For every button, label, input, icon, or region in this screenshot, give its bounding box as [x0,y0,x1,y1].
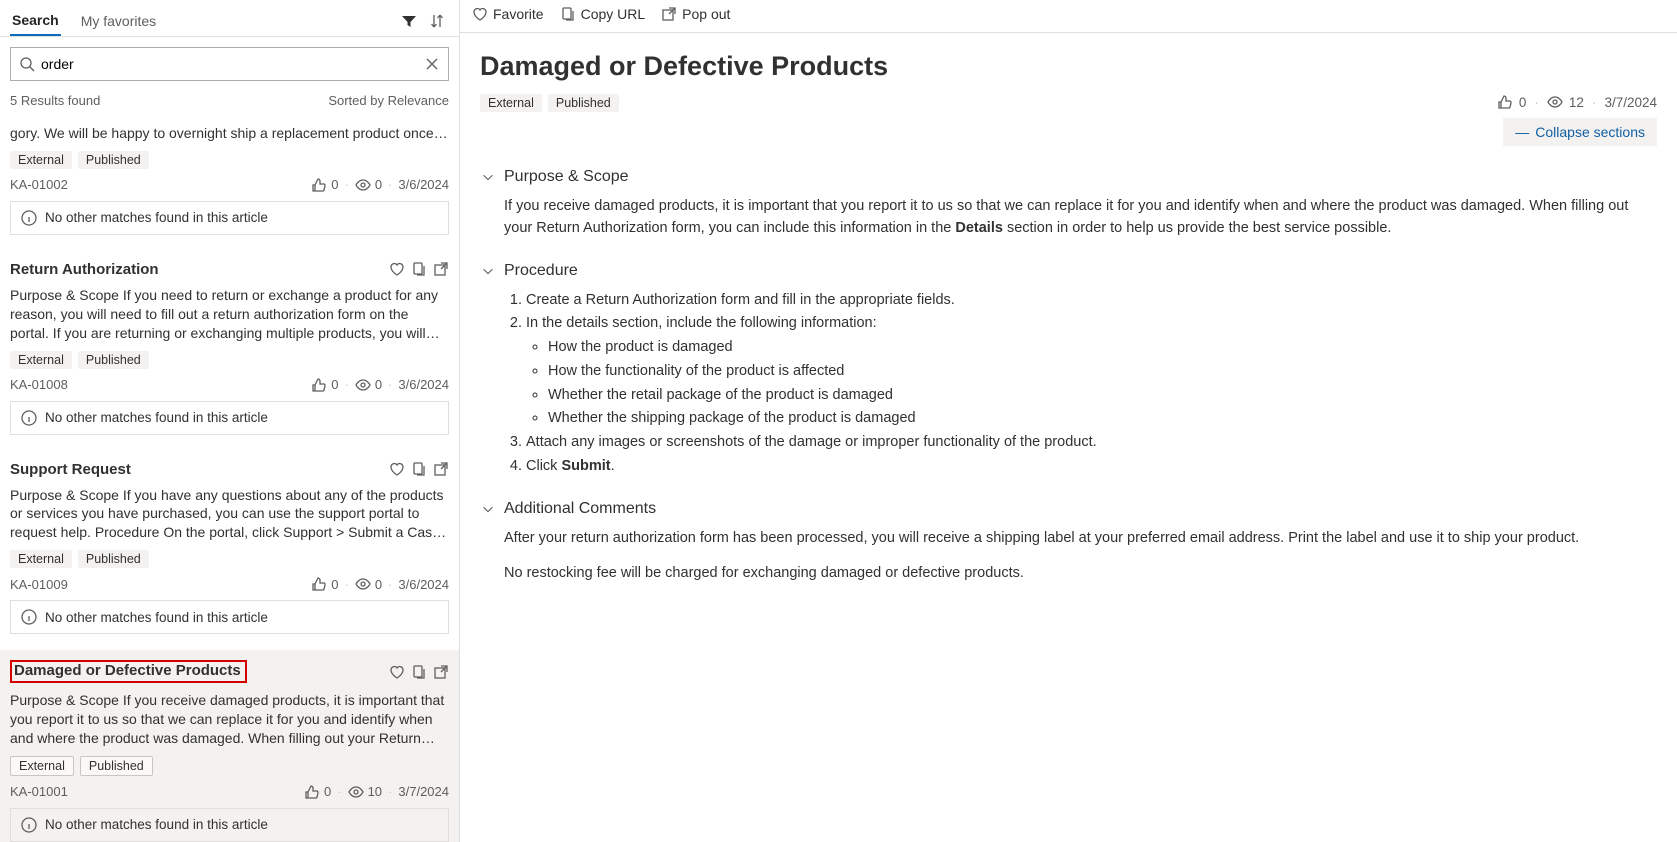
copy-url-button[interactable]: Copy URL [560,6,646,22]
result-title: Damaged or Defective Products [10,656,389,687]
link-icon[interactable] [411,461,427,477]
like-icon [1497,94,1513,110]
info-icon [21,609,37,625]
popout-icon [661,6,677,22]
action-bar: Favorite Copy URL Pop out [460,0,1677,33]
result-snippet: Purpose & Scope If you receive damaged p… [10,691,449,748]
collapse-sections-button[interactable]: — Collapse sections [1503,118,1657,146]
article-title: Damaged or Defective Products [480,51,1657,82]
result-snippet: gory. We will be happy to overnight ship… [10,124,449,143]
no-match-banner: No other matches found in this article [10,600,449,634]
sort-icon[interactable] [429,13,445,29]
badge-published: Published [78,550,149,568]
like-icon [311,377,327,393]
results-list[interactable]: gory. We will be happy to overnight ship… [0,114,459,842]
no-match-banner: No other matches found in this article [10,201,449,235]
info-icon [21,817,37,833]
section-procedure: Procedure Create a Return Authorization … [480,262,1657,478]
badge-external: External [10,756,74,776]
result-snippet: Purpose & Scope If you have any question… [10,486,449,543]
procedure-steps: Create a Return Authorization form and f… [504,290,1657,478]
result-card-selected[interactable]: Damaged or Defective Products Purpose & … [0,650,459,842]
like-icon [304,784,320,800]
result-date: 3/6/2024 [398,577,449,592]
clear-icon[interactable] [424,56,440,72]
section-text: After your return authorization form has… [504,528,1657,550]
result-card[interactable]: gory. We will be happy to overnight ship… [0,114,459,251]
section-toggle[interactable]: Procedure [480,262,1657,280]
tab-search[interactable]: Search [10,6,61,36]
copy-icon [560,6,576,22]
search-box[interactable] [10,47,449,81]
results-sort[interactable]: Sorted by Relevance [328,93,449,108]
heart-icon[interactable] [389,261,405,277]
tab-favorites[interactable]: My favorites [79,7,158,35]
badge-published: Published [548,94,619,112]
results-meta: 5 Results found Sorted by Relevance [0,91,459,114]
article-body: Damaged or Defective Products External P… [460,33,1677,842]
badge-external: External [480,94,542,112]
results-count: 5 Results found [10,93,100,108]
filter-icon[interactable] [401,13,417,29]
result-date: 3/6/2024 [398,377,449,392]
badge-published: Published [78,351,149,369]
section-text: No restocking fee will be charged for ex… [504,563,1657,585]
section-text: If you receive damaged products, it is i… [504,196,1657,240]
section-toggle[interactable]: Additional Comments [480,500,1657,518]
result-date: 3/7/2024 [398,784,449,799]
popout-button[interactable]: Pop out [661,6,730,22]
info-icon [21,210,37,226]
view-icon [1547,94,1563,110]
result-date: 3/6/2024 [398,177,449,192]
section-toggle[interactable]: Purpose & Scope [480,168,1657,186]
like-icon [311,576,327,592]
heart-icon [472,6,488,22]
badge-external: External [10,550,72,568]
chevron-down-icon [480,501,496,517]
link-icon[interactable] [411,261,427,277]
badge-published: Published [78,151,149,169]
search-icon [19,56,35,72]
search-input[interactable] [41,56,418,72]
view-icon [348,784,364,800]
section-purpose: Purpose & Scope If you receive damaged p… [480,168,1657,240]
no-match-banner: No other matches found in this article [10,808,449,842]
view-icon [355,377,371,393]
result-id: KA-01008 [10,377,307,392]
heart-icon[interactable] [389,664,405,680]
tab-bar: Search My favorites [0,0,459,37]
badge-external: External [10,151,72,169]
badge-published: Published [80,756,153,776]
info-icon [21,410,37,426]
result-title: Return Authorization [10,257,389,282]
result-title: Support Request [10,457,389,482]
like-icon [311,177,327,193]
result-card[interactable]: Return Authorization Purpose & Scope If … [0,251,459,451]
chevron-down-icon [480,263,496,279]
no-match-banner: No other matches found in this article [10,401,449,435]
view-icon [355,177,371,193]
popout-icon[interactable] [433,664,449,680]
chevron-down-icon [480,169,496,185]
favorite-button[interactable]: Favorite [472,6,544,22]
popout-icon[interactable] [433,461,449,477]
result-id: KA-01009 [10,577,307,592]
badge-external: External [10,351,72,369]
result-card[interactable]: Support Request Purpose & Scope If you h… [0,451,459,651]
popout-icon[interactable] [433,261,449,277]
article-panel: Favorite Copy URL Pop out Damaged or Def… [460,0,1677,842]
section-additional: Additional Comments After your return au… [480,500,1657,586]
heart-icon[interactable] [389,461,405,477]
result-id: KA-01001 [10,784,300,799]
article-stats: 0 · 12 · 3/7/2024 [1497,94,1657,110]
result-snippet: Purpose & Scope If you need to return or… [10,286,449,343]
link-icon[interactable] [411,664,427,680]
result-id: KA-01002 [10,177,307,192]
view-icon [355,576,371,592]
search-panel: Search My favorites 5 Results found Sort… [0,0,460,842]
